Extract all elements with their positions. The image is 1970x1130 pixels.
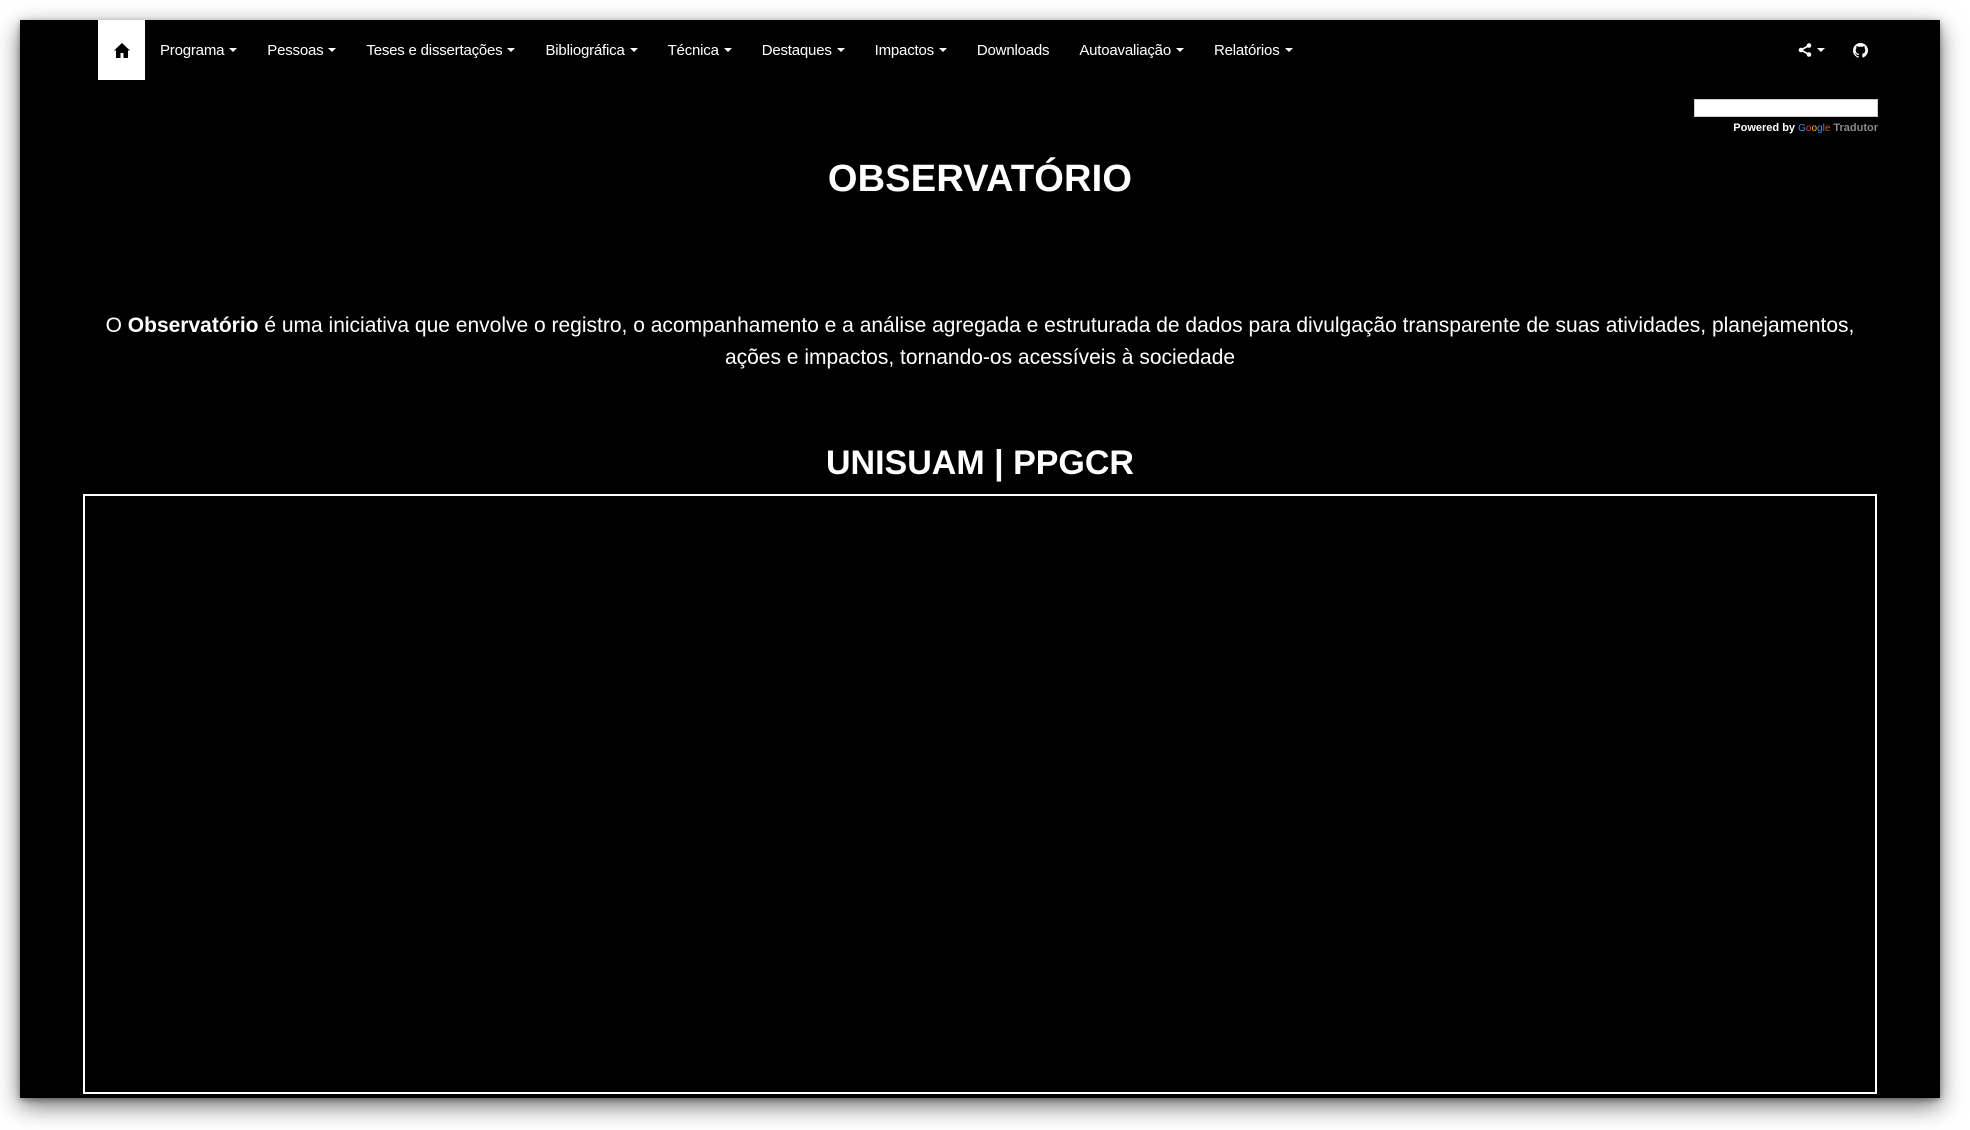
menu-tecnica[interactable]: Técnica [653, 20, 747, 80]
embedded-dashboard-frame[interactable] [83, 494, 1877, 1094]
menu-downloads[interactable]: Downloads [962, 20, 1064, 80]
caret-down-icon [229, 48, 238, 52]
menu-label: Teses e dissertações [366, 41, 503, 59]
github-link[interactable] [1839, 20, 1882, 80]
menu-programa[interactable]: Programa [145, 20, 252, 80]
share-dropdown[interactable] [1784, 20, 1839, 80]
home-button[interactable] [98, 20, 145, 80]
menu-label: Bibliográfica [545, 41, 625, 59]
menu-label: Pessoas [267, 41, 324, 59]
page-title: OBSERVATÓRIO [827, 158, 1133, 200]
caret-down-icon [938, 48, 947, 52]
tradutor-link[interactable]: Tradutor [1833, 122, 1878, 134]
google-logo: Google [1798, 123, 1831, 134]
caret-down-icon [723, 48, 732, 52]
menu-destaques[interactable]: Destaques [747, 20, 860, 80]
caret-down-icon [328, 48, 337, 52]
menu-label: Impactos [874, 41, 934, 59]
caret-down-icon [629, 48, 638, 52]
section-title: UNISUAM | PPGCR [826, 444, 1134, 482]
menu-impactos[interactable]: Impactos [860, 20, 962, 80]
menu-label: Destaques [761, 41, 832, 59]
home-icon [113, 42, 130, 58]
navbar-right [1784, 20, 1882, 80]
menu-label: Relatórios [1213, 41, 1280, 59]
intro-paragraph: O Observatório é uma iniciativa que envo… [100, 310, 1860, 374]
intro-text: é uma iniciativa que envolve o registro,… [264, 314, 1855, 369]
google-translate-widget: Powered by Google Tradutor [1694, 99, 1878, 134]
menu-label: Técnica [667, 41, 719, 59]
menu-relatorios[interactable]: Relatórios [1199, 20, 1308, 80]
caret-down-icon [836, 48, 845, 52]
caret-down-icon [1175, 48, 1184, 52]
main-menu: Programa Pessoas Teses e dissertações Bi… [145, 20, 1308, 80]
language-select[interactable] [1694, 99, 1878, 117]
intro-bold: Observatório [127, 314, 259, 337]
caret-down-icon [1284, 48, 1293, 52]
powered-by-text: Powered by Google Tradutor [1694, 122, 1878, 134]
github-icon [1853, 42, 1868, 58]
menu-label: Programa [160, 41, 225, 59]
top-navbar: Programa Pessoas Teses e dissertações Bi… [20, 20, 1940, 80]
intro-prefix: O [105, 314, 122, 337]
menu-teses-dissertacoes[interactable]: Teses e dissertações [351, 20, 530, 80]
caret-down-icon [1817, 48, 1825, 52]
menu-bibliografica[interactable]: Bibliográfica [530, 20, 652, 80]
browser-page: Programa Pessoas Teses e dissertações Bi… [20, 20, 1940, 1098]
menu-pessoas[interactable]: Pessoas [252, 20, 351, 80]
caret-down-icon [507, 48, 516, 52]
menu-label: Autoavaliação [1079, 41, 1171, 59]
powered-by-label: Powered by [1733, 122, 1796, 134]
share-icon [1798, 43, 1812, 57]
menu-label: Downloads [976, 41, 1050, 59]
menu-autoavaliacao[interactable]: Autoavaliação [1064, 20, 1199, 80]
